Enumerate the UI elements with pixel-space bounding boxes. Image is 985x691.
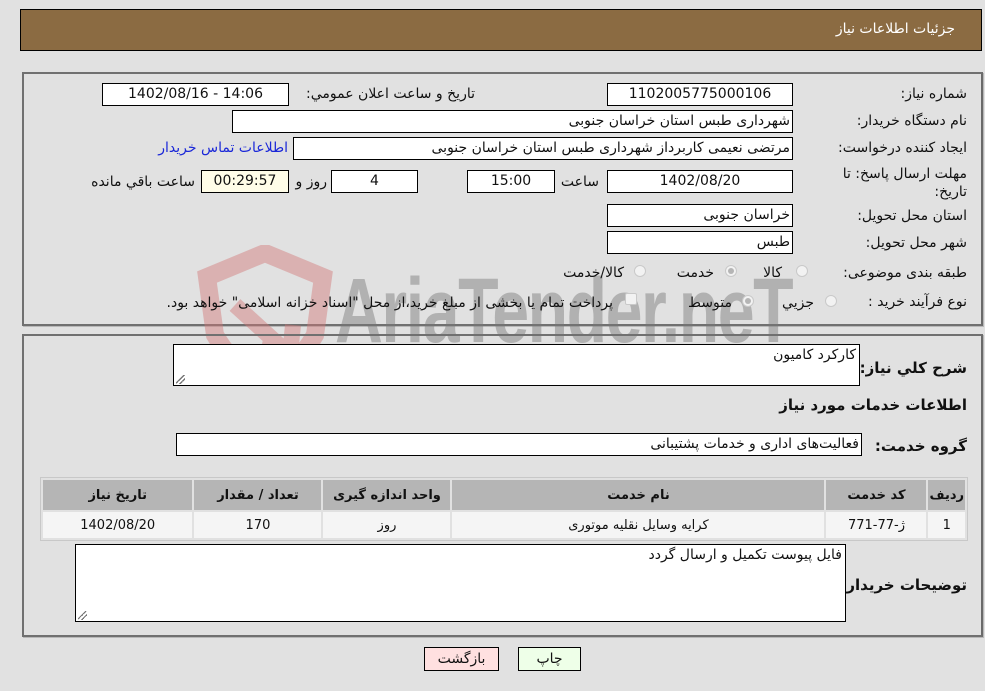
remaining-time-label: ساعت باقي مانده [91, 174, 195, 190]
remaining-days-field: 4 [331, 170, 418, 193]
category-option-service: خدمت [676, 265, 714, 281]
announce-date-label: تاریخ و ساعت اعلان عمومي: [306, 86, 475, 102]
summary-text: کارکرد کامیون [773, 347, 856, 363]
resize-grip-icon[interactable] [176, 375, 185, 384]
process-radio-minor[interactable] [825, 295, 837, 307]
remaining-days-label: روز و [295, 174, 328, 190]
process-option-minor: جزيي [782, 295, 814, 311]
services-heading: اطلاعات خدمات مورد نیاز [779, 396, 967, 414]
cell-unit: روز [323, 512, 451, 538]
process-radio-medium[interactable] [742, 295, 754, 307]
remaining-time-field: 00:29:57 [201, 170, 289, 193]
deadline-label: مهلت ارسال پاسخ: تا تاریخ: [842, 166, 967, 200]
process-option-medium: متوسط [688, 295, 732, 311]
buyer-notes-label: توضیحات خریدار: [840, 576, 967, 594]
buyer-contact-link[interactable]: اطلاعات تماس خریدار [158, 140, 288, 156]
city-field: طبس [607, 231, 793, 254]
category-option-goods: کالا [763, 265, 782, 281]
col-header-quantity: تعداد / مقدار [194, 480, 322, 510]
print-button[interactable]: چاپ [518, 647, 581, 671]
back-button[interactable]: بازگشت [424, 647, 499, 671]
cell-service-code: ژ-77-771 [826, 512, 927, 538]
resize-grip-icon[interactable] [78, 611, 87, 620]
city-label: شهر محل تحویل: [865, 235, 967, 251]
summary-label: شرح کلي نياز: [859, 359, 967, 377]
treasury-checkbox[interactable] [625, 293, 637, 305]
col-header-service-name: نام خدمت [452, 480, 825, 510]
service-group-label: گروه خدمت: [874, 437, 967, 455]
cell-service-name: کرایه وسایل نقلیه موتوری [452, 512, 825, 538]
treasury-checkbox-label: پرداخت تمام یا بخشی از مبلغ خرید،از محل … [166, 295, 613, 311]
cell-quantity: 170 [194, 512, 322, 538]
table-row: 1 ژ-77-771 کرایه وسایل نقلیه موتوری روز … [43, 512, 965, 538]
col-header-service-code: کد خدمت [826, 480, 927, 510]
buyer-notes-text: فایل پیوست تکمیل و ارسال گردد [648, 547, 842, 563]
col-header-row-number: ردیف [928, 480, 965, 510]
need-number-label: شماره نیاز: [900, 86, 968, 102]
page-title: جزئیات اطلاعات نیاز [835, 21, 955, 37]
category-radio-goods[interactable] [796, 265, 808, 277]
deadline-time-field: 15:00 [467, 170, 555, 193]
col-header-need-date: تاریخ نیاز [43, 480, 193, 510]
page-header: جزئیات اطلاعات نیاز [20, 9, 982, 51]
buyer-notes-textarea[interactable]: فایل پیوست تکمیل و ارسال گردد [75, 544, 846, 622]
services-table: ردیف کد خدمت نام خدمت واحد اندازه گیری ت… [40, 477, 968, 541]
category-label: طبقه بندی موضوعی: [843, 265, 967, 281]
creator-field: مرتضی نعیمی کاربرداز شهرداری طبس استان خ… [293, 137, 793, 160]
col-header-unit: واحد اندازه گیری [323, 480, 451, 510]
service-group-field: فعالیت‌های اداری و خدمات پشتیبانی [176, 433, 862, 456]
table-header-row: ردیف کد خدمت نام خدمت واحد اندازه گیری ت… [43, 480, 965, 510]
category-radio-goods-service[interactable] [634, 265, 646, 277]
deadline-date-field: 1402/08/20 [607, 170, 793, 193]
buyer-org-label: نام دستگاه خریدار: [856, 113, 967, 129]
category-radio-service[interactable] [725, 265, 737, 277]
category-option-goods-service: کالا/خدمت [563, 265, 624, 281]
cell-row-number: 1 [928, 512, 965, 538]
buyer-org-field: شهرداری طبس استان خراسان جنوبی [232, 110, 793, 133]
creator-label: ایجاد کننده درخواست: [838, 140, 967, 156]
province-field: خراسان جنوبی [607, 204, 793, 227]
province-label: استان محل تحویل: [857, 208, 967, 224]
deadline-time-label: ساعت [560, 174, 599, 190]
need-number-field: 1102005775000106 [607, 83, 793, 106]
announce-date-field: 1402/08/16 - 14:06 [102, 83, 289, 106]
process-label: نوع فرآیند خرید : [868, 294, 967, 310]
summary-textarea[interactable]: کارکرد کامیون [173, 344, 860, 386]
cell-need-date: 1402/08/20 [43, 512, 193, 538]
